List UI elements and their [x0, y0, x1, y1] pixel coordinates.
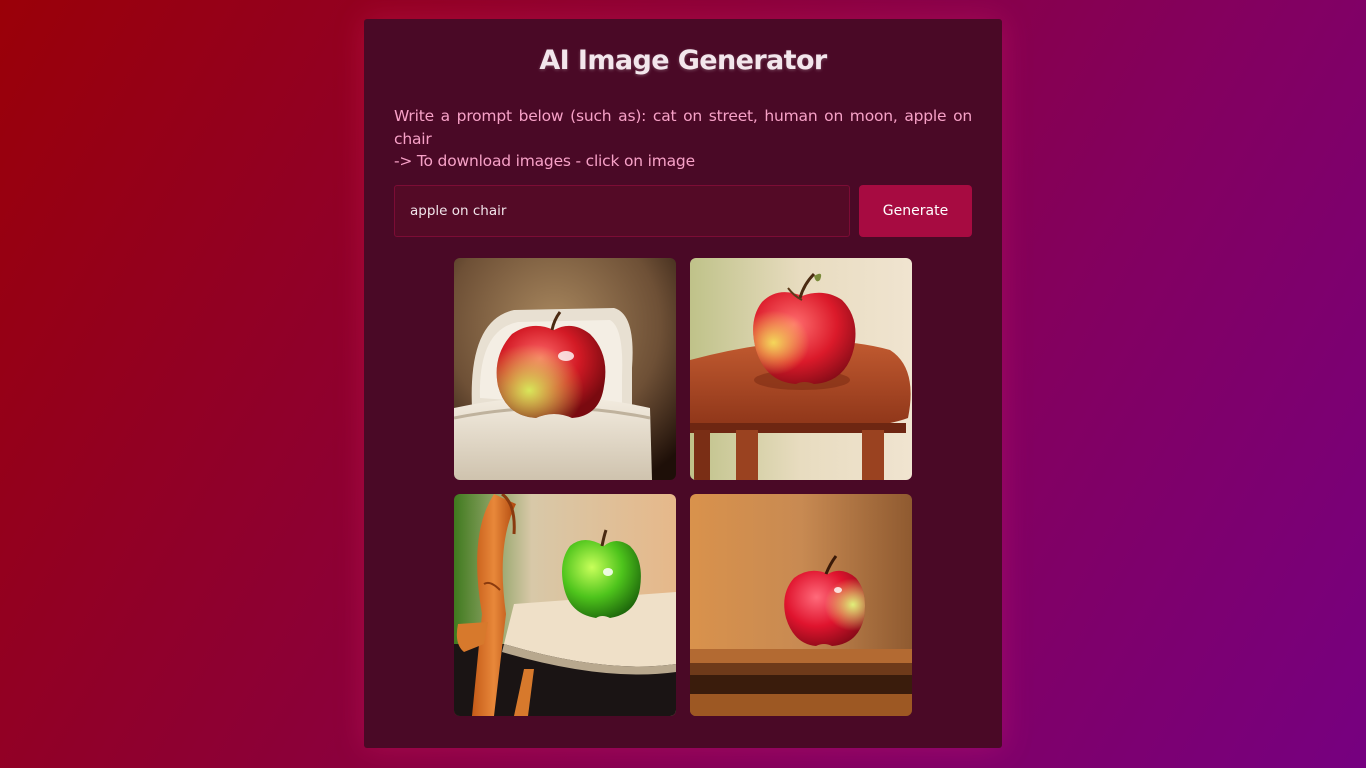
prompt-form: Generate [394, 185, 972, 237]
apple-on-shelf-image [690, 494, 912, 716]
instructions-prompt-examples: Write a prompt below (such as): cat on s… [394, 107, 972, 148]
apple-on-wooden-table-image [690, 258, 912, 480]
generated-image-2[interactable] [690, 258, 912, 480]
instructions: Write a prompt below (such as): cat on s… [394, 105, 972, 173]
image-grid [454, 258, 912, 716]
generated-image-4[interactable] [690, 494, 912, 716]
generated-image-1[interactable] [454, 258, 676, 480]
generate-button[interactable]: Generate [859, 185, 972, 237]
apple-on-white-chair-image [454, 258, 676, 480]
instructions-download-hint: -> To download images - click on image [394, 152, 695, 170]
page-title: AI Image Generator [539, 45, 827, 76]
green-apple-on-chair-image [454, 494, 676, 716]
prompt-input[interactable] [394, 185, 850, 237]
generator-card: AI Image Generator Write a prompt below … [364, 19, 1002, 748]
generated-image-3[interactable] [454, 494, 676, 716]
